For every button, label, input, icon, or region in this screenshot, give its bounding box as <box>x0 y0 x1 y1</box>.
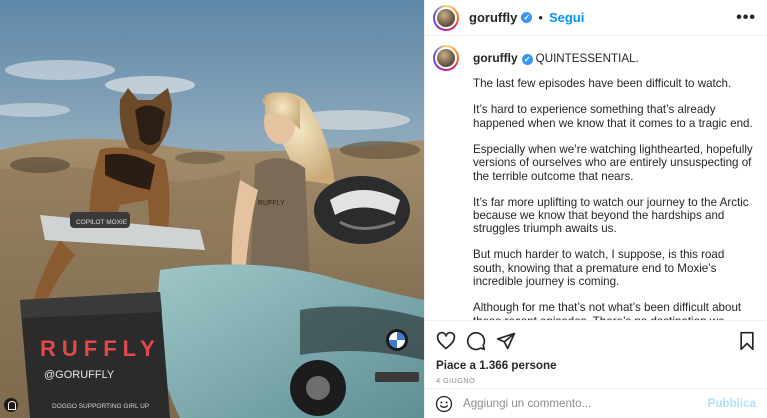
caption-paragraph: Especially when we’re watching lighthear… <box>473 142 753 183</box>
shirt-text: RUFFLY <box>258 200 285 207</box>
user-tag-icon[interactable] <box>4 398 18 412</box>
instagram-post-dialog: COPILOT MOXIE RUFFLY RUFFLY @GORUFFLY DO… <box>0 0 767 418</box>
post-sidebar: goruffly ✓ • Segui ••• goruffly ✓ QUINTESS… <box>424 0 767 418</box>
follow-button[interactable]: Segui <box>549 10 584 25</box>
post-header: goruffly ✓ • Segui ••• <box>425 0 767 36</box>
caption-avatar[interactable] <box>433 45 459 71</box>
bag-label: COPILOT MOXIE <box>76 219 128 226</box>
comment-icon[interactable] <box>466 331 486 351</box>
caption-body: goruffly ✓ QUINTESSENTIAL. The last few ep… <box>473 45 754 320</box>
photo-scene: COPILOT MOXIE RUFFLY RUFFLY @GORUFFLY DO… <box>0 0 424 418</box>
emoji-icon[interactable] <box>435 395 453 413</box>
avatar-image <box>435 6 457 29</box>
heart-icon[interactable] <box>436 331 456 351</box>
verified-badge-icon: ✓ <box>521 12 533 23</box>
caption-paragraph: But much harder to watch, I suppose, is … <box>473 248 725 289</box>
post-photo[interactable]: COPILOT MOXIE RUFFLY RUFFLY @GORUFFLY DO… <box>0 0 424 418</box>
comment-input[interactable] <box>463 397 708 410</box>
avatar[interactable] <box>433 4 459 31</box>
caption-head: goruffly ✓ QUINTESSENTIAL. <box>473 51 754 65</box>
publish-button[interactable]: Pubblica <box>708 397 756 410</box>
likes-count[interactable]: Piace a 1.366 persone <box>436 359 757 372</box>
caption-avatar-image <box>435 47 457 69</box>
action-icons-row <box>436 327 757 355</box>
separator-dot: • <box>538 10 543 25</box>
caption-verified-badge-icon: ✓ <box>521 54 533 65</box>
ellipsis-icon[interactable]: ••• <box>736 9 756 27</box>
caption-paragraph: Although for me that’s not what’s been d… <box>473 301 742 320</box>
post-date[interactable]: 4 GIUGNO <box>436 376 757 385</box>
caption-title: QUINTESSENTIAL. <box>535 52 639 65</box>
author-username[interactable]: goruffly <box>469 10 517 25</box>
comment-bar: Pubblica <box>425 388 767 418</box>
share-icon[interactable] <box>496 331 516 351</box>
caption-area: goruffly ✓ QUINTESSENTIAL. The last few ep… <box>425 37 767 320</box>
caption-username[interactable]: goruffly <box>473 51 518 65</box>
pannier-handle: @GORUFFLY <box>44 369 115 381</box>
bookmark-icon[interactable] <box>737 331 757 351</box>
caption-paragraph: It’s hard to experience something that’s… <box>473 103 753 130</box>
pannier-brand: RUFFLY <box>40 336 161 361</box>
caption-paragraph: It’s far more uplifting to watch our jou… <box>473 195 749 236</box>
caption-paragraph: The last few episodes have been difficul… <box>473 77 732 91</box>
pannier-tagline: DOGGO SUPPORTING GIRL UP <box>52 403 149 410</box>
